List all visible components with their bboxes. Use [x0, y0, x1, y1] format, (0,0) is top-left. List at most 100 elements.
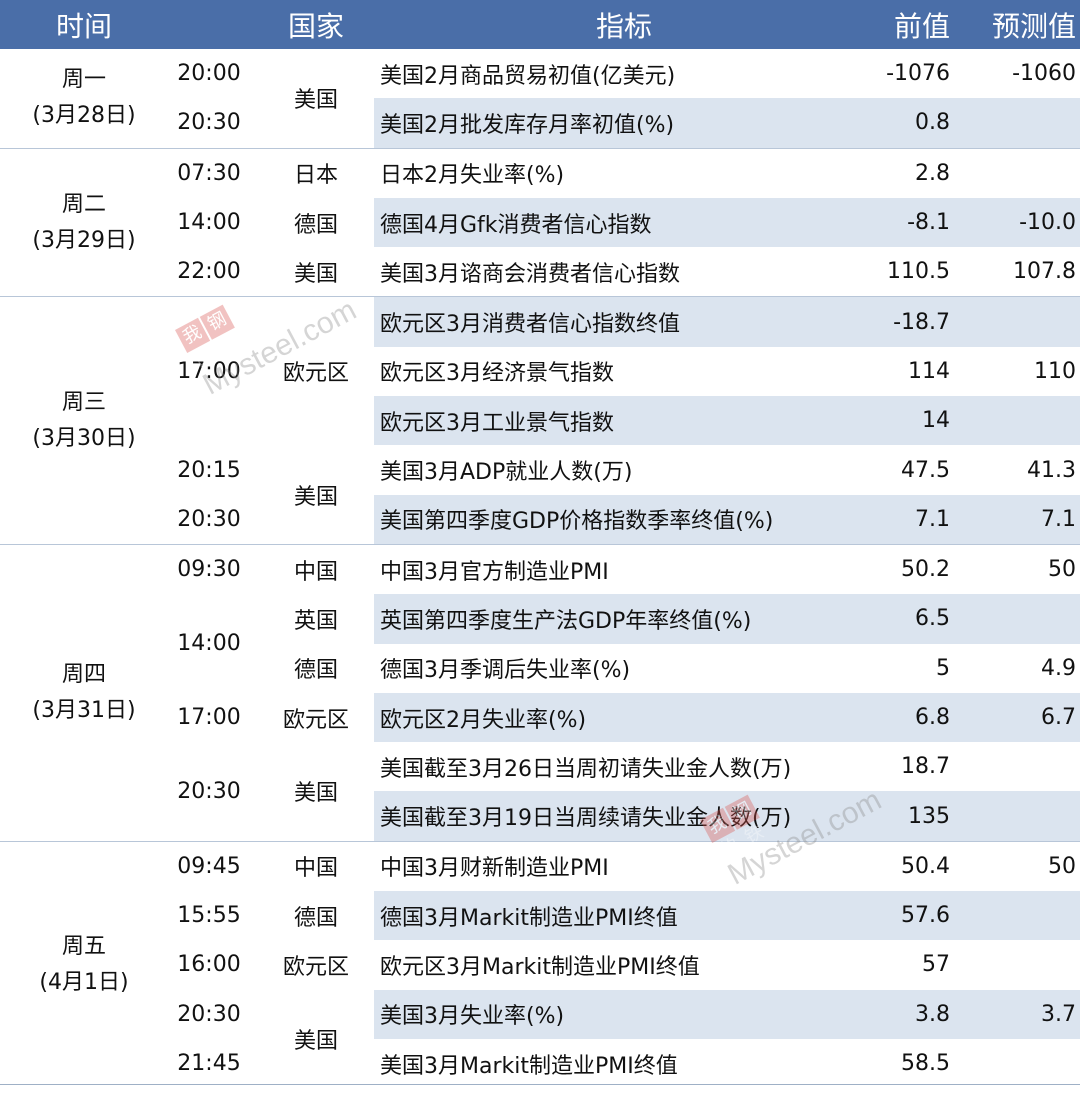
forecast-value-cell: [972, 891, 1080, 941]
time-cell: 09:45: [168, 840, 258, 892]
forecast-value-cell: [972, 396, 1080, 446]
prev-value-cell: -8.1: [874, 197, 972, 248]
prev-value-cell: 50.4: [874, 840, 972, 892]
header-forecast: 预测值: [972, 0, 1080, 49]
time-cell: 20:30: [177, 506, 241, 532]
prev-value-cell: 110.5: [887, 259, 950, 285]
indicator-cell: 欧元区3月经济景气指数: [380, 361, 614, 387]
time-cell: 14:00: [177, 210, 241, 236]
country-cell: 中国: [258, 543, 374, 595]
time-cell: 20:30: [177, 1001, 241, 1027]
country-cell: 欧元区: [282, 954, 349, 980]
indicator-cell: 欧元区3月工业景气指数: [374, 396, 874, 446]
table-row: 周四 (3月31日) 09:30 中国 中国3月官方制造业PMI 50.2 50: [0, 543, 1080, 842]
indicator-cell: 美国截至3月26日当周初请失业金人数(万): [380, 756, 792, 782]
prev-value-cell: -1076: [886, 61, 950, 87]
forecast-value-cell: 50: [972, 840, 1080, 892]
indicator-cell: 欧元区3月Markit制造业PMI终值: [380, 954, 700, 980]
table-row: 周二 (3月29日) 07:30 日本 日本2月失业率(%) 2.8: [0, 147, 1080, 297]
time-cell: 17:00: [168, 296, 258, 446]
time-cell: 16:00: [177, 952, 241, 978]
prev-value-cell: 6.5: [874, 594, 972, 644]
forecast-value-cell: 3.7: [972, 989, 1080, 1039]
indicator-cell: 中国3月财新制造业PMI: [374, 840, 874, 892]
indicator-cell: 美国2月商品贸易初值(亿美元): [380, 63, 676, 89]
indicator-cell: 美国3月ADP就业人数(万): [380, 460, 633, 486]
time-cell: 20:00: [177, 61, 241, 87]
country-cell: 美国: [293, 88, 338, 114]
indicator-cell: 美国2月批发库存月率初值(%): [374, 98, 874, 149]
table-header-row: 时间 国家 指标 前值 预测值: [0, 0, 1080, 49]
country-cell: 美国: [293, 484, 338, 510]
forecast-value-cell: [972, 742, 1080, 791]
forecast-value-cell: [972, 940, 1080, 989]
indicator-cell: 德国3月季调后失业率(%): [380, 658, 631, 684]
prev-value-cell: 57.6: [874, 891, 972, 941]
indicator-cell: 中国3月官方制造业PMI: [374, 543, 874, 595]
time-cell: 21:45: [177, 1051, 241, 1077]
prev-value-cell: 57: [922, 952, 950, 978]
prev-value-cell: -18.7: [874, 296, 972, 347]
country-cell: 欧元区: [258, 296, 374, 446]
country-cell: 中国: [258, 840, 374, 892]
indicator-cell: 欧元区2月失业率(%): [374, 692, 874, 743]
table-row: 周三 (3月30日) 17:00 欧元区 欧元区3月消费者信心指数终值 -18.7: [0, 296, 1080, 545]
prev-value-cell: 50.2: [874, 543, 972, 595]
country-cell: 日本: [258, 147, 374, 198]
country-cell: 德国: [293, 212, 338, 238]
time-cell: 15:55: [177, 903, 241, 929]
forecast-value-cell: [972, 594, 1080, 644]
prev-value-cell: 47.5: [901, 457, 950, 483]
header-indicator: 指标: [374, 0, 874, 49]
indicator-cell: 欧元区3月消费者信心指数终值: [374, 296, 874, 347]
time-cell: 20:30: [177, 778, 241, 804]
country-cell: 德国: [293, 658, 338, 684]
prev-value-cell: 2.8: [874, 147, 972, 198]
header-country: 国家: [258, 0, 374, 49]
indicator-cell: 美国3月谘商会消费者信心指数: [380, 261, 680, 287]
prev-value-cell: 7.1: [874, 494, 972, 545]
indicator-cell: 德国3月Markit制造业PMI终值: [374, 891, 874, 941]
forecast-value-cell: [972, 147, 1080, 198]
forecast-value-cell: 7.1: [972, 494, 1080, 545]
day-cell: 周三 (3月30日): [0, 296, 168, 545]
country-cell: 欧元区: [282, 707, 349, 733]
time-cell: 20:15: [177, 457, 241, 483]
prev-value-cell: 3.8: [874, 989, 972, 1039]
forecast-value-cell: 110: [1034, 358, 1076, 384]
forecast-value-cell: 6.7: [972, 692, 1080, 743]
country-cell: 美国: [293, 1028, 338, 1054]
forecast-value-cell: 4.9: [1041, 655, 1076, 681]
country-cell: 美国: [293, 781, 338, 807]
time-cell: 17:00: [177, 705, 241, 730]
header-time: 时间: [0, 0, 168, 49]
country-cell: 美国: [293, 261, 338, 287]
forecast-value-cell: [972, 296, 1080, 347]
prev-value-cell: 5: [936, 655, 950, 681]
time-cell: 09:30: [168, 543, 258, 595]
indicator-cell: 日本2月失业率(%): [374, 147, 874, 198]
prev-value-cell: 6.8: [874, 692, 972, 743]
time-cell: 07:30: [168, 147, 258, 198]
forecast-value-cell: [972, 98, 1080, 149]
day-cell: 周四 (3月31日): [0, 543, 168, 842]
prev-value-cell: 14: [874, 396, 972, 446]
table-row: 周五 (4月1日) 09:45 中国 中国3月财新制造业PMI 50.4 50: [0, 840, 1080, 1089]
time-cell: 22:00: [177, 259, 241, 285]
day-cell: 周五 (4月1日): [0, 840, 168, 1089]
indicator-cell: 美国3月失业率(%): [374, 989, 874, 1039]
day-cell: 周一 (3月28日): [32, 67, 136, 129]
indicator-cell: 英国第四季度生产法GDP年率终值(%): [374, 594, 874, 644]
indicator-cell: 美国第四季度GDP价格指数季率终值(%): [374, 494, 874, 545]
indicator-cell: 美国3月Markit制造业PMI终值: [380, 1053, 678, 1079]
time-cell: 20:30: [177, 110, 241, 136]
table-row: 周一 (3月28日) 20:00 美国 美国2月商品贸易初值(亿美元) -1076…: [0, 49, 1080, 128]
day-cell: 周二 (3月29日): [0, 147, 168, 297]
forecast-value-cell: [972, 791, 1080, 842]
prev-value-cell: 135: [874, 791, 972, 842]
forecast-value-cell: 107.8: [1013, 259, 1076, 285]
forecast-value-cell: 50: [972, 543, 1080, 595]
forecast-value-cell: [972, 1039, 1080, 1088]
country-cell: 英国: [293, 608, 338, 634]
time-cell: 14:00: [177, 631, 241, 657]
